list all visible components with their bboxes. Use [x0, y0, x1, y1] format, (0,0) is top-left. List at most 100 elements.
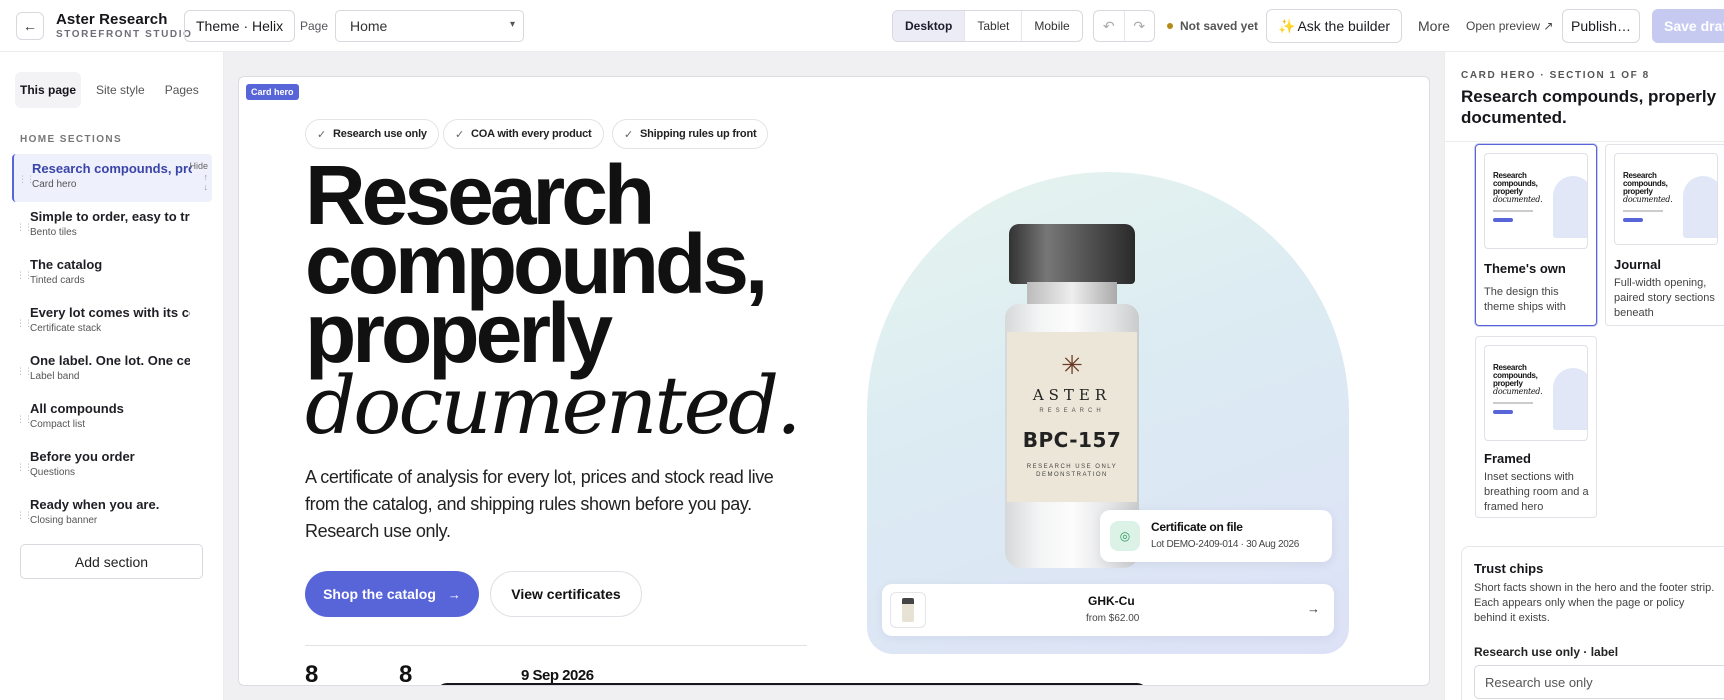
shop-catalog-label: Shop the catalog	[323, 586, 436, 602]
preview-canvas: Card hero ✓ Research use only ✓ COA with e…	[224, 52, 1653, 700]
section-item[interactable]: ⋮⋮ Ready when you are. Closing banner	[12, 490, 212, 538]
product-card[interactable]: GHK-Cu from $62.00 →	[882, 584, 1334, 636]
back-button[interactable]: ←	[16, 12, 44, 40]
section-item-title: Research compounds, properly documented.	[32, 161, 192, 176]
vial-ruo: RESEARCH USE ONLY	[1026, 464, 1118, 470]
hero-lede: A certificate of analysis for every lot,…	[305, 467, 774, 541]
trust-chip-label: COA with every product	[471, 128, 592, 140]
section-list: ⋮⋮ Research compounds, properly document…	[12, 154, 212, 538]
page-select[interactable]: Home ▾	[335, 10, 524, 42]
publish-button[interactable]: Publish…	[1562, 9, 1640, 43]
section-item[interactable]: ⋮⋮ One label. One lot. One certificate. …	[12, 346, 212, 394]
section-item-type: Certificate stack	[30, 323, 102, 334]
open-preview-link[interactable]: Open preview ↗	[1466, 19, 1553, 33]
reorder-arrows-icon[interactable]: ↑ ↓	[204, 172, 209, 192]
drag-handle-icon[interactable]: ⋮⋮	[16, 366, 33, 377]
section-item-title: All compounds	[30, 401, 124, 416]
theme-button[interactable]: Theme · Helix	[184, 10, 296, 42]
section-item-title: Simple to order, easy to trust.	[30, 209, 190, 224]
device-mobile-button[interactable]: Mobile	[1022, 11, 1081, 41]
star-logo-icon: ✳	[1061, 350, 1083, 380]
product-price: from $62.00	[1086, 613, 1140, 624]
vial-neck	[1027, 282, 1117, 306]
layout-name: Framed	[1484, 451, 1531, 466]
sections-heading: HOME SECTIONS	[20, 134, 123, 145]
trust-chip: ✓ Research use only	[305, 119, 439, 149]
section-item-title: Every lot comes with its certificate	[30, 305, 190, 320]
next-section-edge	[437, 683, 1147, 685]
vial-label: ✳ ASTER RESEARCH BPC-157 RESEARCH USE ON…	[1007, 332, 1137, 502]
section-item[interactable]: ⋮⋮ The catalog Tinted cards	[12, 250, 212, 298]
device-desktop-button[interactable]: Desktop	[893, 11, 966, 41]
drag-handle-icon[interactable]: ⋮⋮	[16, 462, 33, 473]
section-item-title: Ready when you are.	[30, 497, 160, 512]
hero-section-frame[interactable]: Card hero ✓ Research use only ✓ COA with e…	[238, 76, 1430, 686]
section-item-title: The catalog	[30, 257, 103, 272]
brand-name: Aster Research	[56, 11, 168, 28]
panel-header: CARD HERO · SECTION 1 OF 8 Research comp…	[1445, 52, 1724, 142]
status-dot-icon	[1167, 23, 1173, 29]
drag-handle-icon[interactable]: ⋮⋮	[16, 318, 33, 329]
undo-icon[interactable]: ↶	[1094, 11, 1125, 41]
trust-chip-label: Research use only	[333, 128, 427, 140]
headline-italic: documented.	[305, 359, 802, 452]
drag-handle-icon[interactable]: ⋮⋮	[16, 414, 33, 425]
certificate-card[interactable]: ◎ Certificate on file Lot DEMO-2409-014 …	[1100, 510, 1332, 562]
check-icon: ✓	[455, 128, 465, 141]
section-tag: Card hero	[246, 84, 299, 100]
trust-chips-desc: Short facts shown in the hero and the fo…	[1474, 582, 1715, 624]
save-draft-button[interactable]: Save draft	[1652, 9, 1724, 43]
hero-headline: Research compounds, properly documented.	[305, 153, 802, 452]
drag-handle-icon[interactable]: ⋮⋮	[18, 174, 35, 185]
layout-desc: Full-width opening, paired story section…	[1614, 277, 1715, 319]
redo-icon[interactable]: ↷	[1125, 11, 1155, 41]
section-item[interactable]: ⋮⋮ Simple to order, easy to trust. Bento…	[12, 202, 212, 250]
trust-chip-label: Shipping rules up front	[640, 128, 757, 140]
save-status: Not saved yet	[1167, 19, 1258, 33]
trust-chips-settings: Trust chips Short facts shown in the her…	[1461, 546, 1724, 700]
arrow-left-icon: ←	[23, 18, 37, 34]
shop-catalog-button[interactable]: Shop the catalog →	[305, 571, 479, 617]
layout-name: Journal	[1614, 257, 1661, 272]
arrow-right-icon: →	[1307, 601, 1320, 616]
vial-brand: ASTER	[1032, 386, 1112, 404]
certificate-title: Certificate on file	[1151, 520, 1243, 534]
certificate-detail: Lot DEMO-2409-014 · 30 Aug 2026	[1151, 539, 1300, 550]
drag-handle-icon[interactable]: ⋮⋮	[16, 270, 33, 281]
layout-option-framed[interactable]: Research compounds, properly documented. Fr…	[1475, 336, 1597, 518]
product-name: GHK-Cu	[1088, 594, 1135, 608]
certificate-icon: ◎	[1110, 521, 1140, 551]
view-certificates-button[interactable]: View certificates	[490, 571, 642, 617]
page-label: Page	[300, 19, 329, 33]
trust-chips-title: Trust chips	[1474, 561, 1544, 576]
tab-this-page[interactable]: This page	[15, 72, 82, 108]
layout-option-themes-own[interactable]: Research compounds, properly documented. Th…	[1475, 144, 1597, 326]
layout-option-journal[interactable]: Research compounds, properly documented. Jo…	[1605, 144, 1724, 326]
panel-kicker: CARD HERO · SECTION 1 OF 8	[1461, 70, 1650, 81]
trust-label-input[interactable]: Research use only	[1474, 665, 1724, 699]
arrow-right-icon: →	[447, 586, 461, 602]
section-item-type: Card hero	[32, 179, 77, 190]
section-item-type: Questions	[30, 467, 76, 478]
drag-handle-icon[interactable]: ⋮⋮	[16, 222, 33, 233]
drag-handle-icon[interactable]: ⋮⋮	[16, 510, 33, 521]
add-section-button[interactable]: Add section	[20, 544, 203, 579]
section-item-type: Tinted cards	[30, 275, 85, 286]
section-item[interactable]: ⋮⋮ All compounds Compact list	[12, 394, 212, 442]
product-thumbnail	[890, 592, 926, 628]
device-tablet-button[interactable]: Tablet	[965, 11, 1023, 41]
layout-desc: Inset sections with breathing room and a…	[1484, 471, 1589, 513]
tab-site-style[interactable]: Site style	[91, 72, 150, 108]
hide-section-button[interactable]: Hide	[189, 161, 208, 171]
section-item[interactable]: ⋮⋮ Before you order Questions	[12, 442, 212, 490]
section-item-type: Label band	[30, 371, 80, 382]
chevron-down-icon: ▾	[509, 19, 515, 30]
vial-brand-sub: RESEARCH	[1039, 408, 1105, 414]
more-button[interactable]: More	[1418, 18, 1450, 34]
section-item[interactable]: ⋮⋮ Research compounds, properly document…	[12, 154, 212, 202]
ask-builder-button[interactable]: ✨ Ask the builder	[1266, 9, 1403, 43]
tab-pages[interactable]: Pages	[160, 72, 204, 108]
section-item[interactable]: ⋮⋮ Every lot comes with its certificate …	[12, 298, 212, 346]
vial-code: BPC-157	[1022, 428, 1122, 452]
page-select-value: Home	[350, 18, 388, 34]
